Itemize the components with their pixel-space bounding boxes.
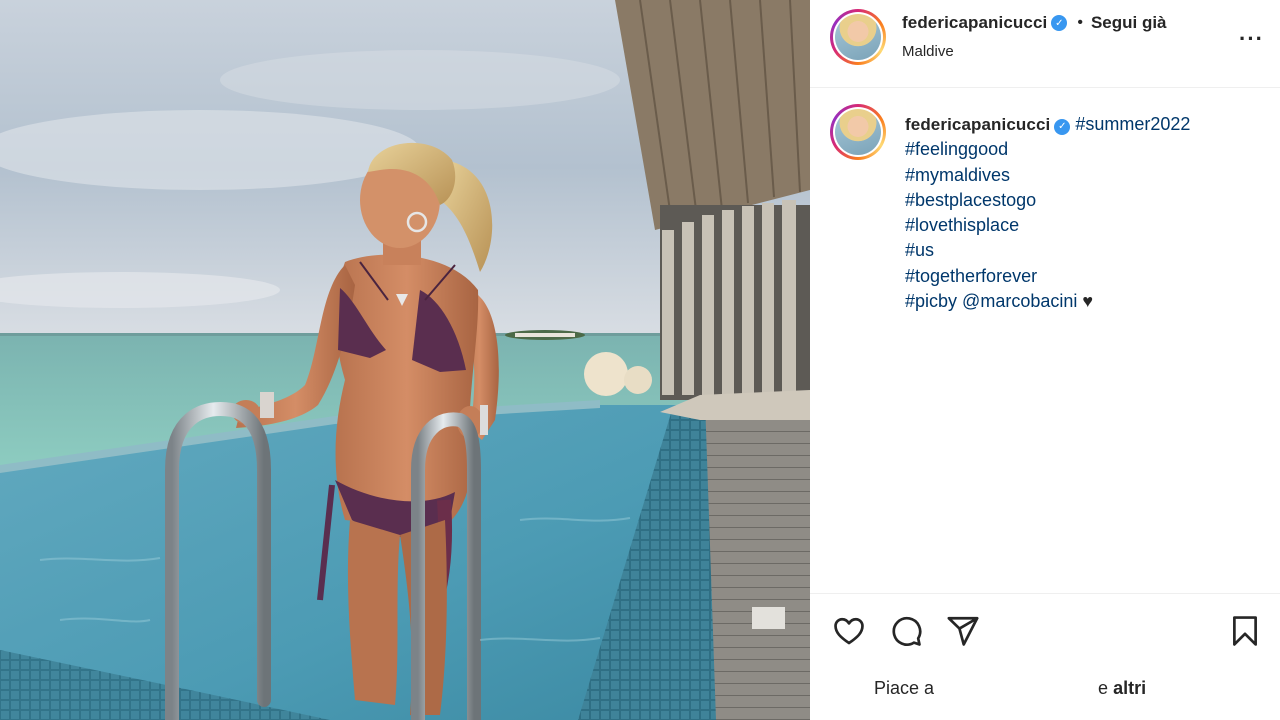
caption-avatar[interactable] [830, 104, 886, 160]
caption-last-line: #picby @marcobacini ♥ [905, 291, 1093, 311]
bookmark-icon[interactable] [1228, 614, 1262, 648]
hashtag-link[interactable]: #us [905, 238, 1265, 263]
instagram-post: federicapanicucci ✓ • Segui già Maldive … [0, 0, 1280, 720]
mention-link[interactable]: @marcobacini [962, 291, 1077, 311]
avatar[interactable] [830, 9, 886, 65]
header-line: federicapanicucci ✓ • Segui già [902, 13, 1167, 33]
avatar-image [835, 14, 881, 60]
action-bar [810, 593, 1280, 669]
caption-avatar-image [835, 109, 881, 155]
location-link[interactable]: Maldive [902, 43, 954, 60]
caption-verified-badge-icon: ✓ [1054, 118, 1071, 135]
username-link[interactable]: federicapanicucci [902, 13, 1047, 33]
post-photo[interactable] [0, 0, 810, 720]
heart-emoji: ♥ [1082, 291, 1094, 312]
separator-dot: • [1077, 14, 1083, 31]
heart-icon[interactable] [832, 614, 866, 648]
post-header: federicapanicucci ✓ • Segui già Maldive … [810, 0, 1280, 88]
post-photo-illustration [0, 0, 810, 720]
others-link[interactable]: altri [1113, 678, 1146, 698]
hashtag-link[interactable]: #lovethisplace [905, 213, 1265, 238]
caption-text: federicapanicucci ✓ #summer2022 #feelingg… [905, 112, 1265, 314]
likes-summary: Piace a e altri [874, 678, 1146, 699]
caption-username-link[interactable]: federicapanicucci [905, 115, 1050, 134]
comment-icon[interactable] [889, 614, 923, 648]
more-options-button[interactable]: ··· [1239, 26, 1264, 52]
caption-avatar-border [833, 107, 883, 157]
verified-badge-icon: ✓ [1051, 15, 1068, 31]
share-icon[interactable] [946, 614, 980, 648]
following-button[interactable]: Segui già [1091, 13, 1167, 33]
likes-prefix: Piace a [874, 678, 935, 698]
hashtag-link[interactable]: #togetherforever [905, 264, 1265, 289]
avatar-border [833, 12, 883, 62]
hashtag-link[interactable]: #summer2022 [1075, 114, 1190, 134]
hashtag-link[interactable]: #picby [905, 291, 957, 311]
post-side-panel: federicapanicucci ✓ • Segui già Maldive … [810, 0, 1280, 720]
hashtag-link[interactable]: #mymaldives [905, 163, 1265, 188]
hashtag-link[interactable]: #feelinggood [905, 137, 1265, 162]
liker-placeholder [934, 678, 1098, 694]
hashtag-link[interactable]: #bestplacestogo [905, 188, 1265, 213]
likes-suffix: e [1098, 678, 1109, 698]
